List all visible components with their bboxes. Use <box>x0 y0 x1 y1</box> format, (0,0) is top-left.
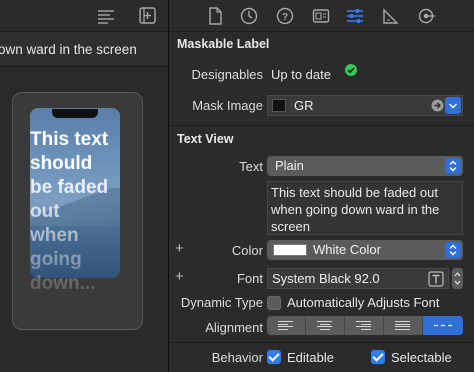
mask-image-combo[interactable]: GR <box>267 95 463 116</box>
text-content-area[interactable]: This text should be faded out when going… <box>267 181 463 235</box>
align-center-icon[interactable] <box>306 316 345 335</box>
history-inspector-icon[interactable] <box>239 6 261 26</box>
file-inspector-icon[interactable] <box>205 6 227 26</box>
align-left-icon[interactable] <box>267 316 306 335</box>
canvas-header-text: own ward in the screen <box>0 42 137 57</box>
go-arrow-icon[interactable] <box>431 99 444 112</box>
editor-options-icon[interactable] <box>96 7 116 25</box>
attributes-inspector-icon[interactable] <box>345 6 367 26</box>
editable-checkbox[interactable] <box>267 350 281 364</box>
connections-inspector-icon[interactable] <box>417 6 439 26</box>
updown-chevron-icon <box>445 242 461 258</box>
font-label: Font <box>236 271 263 286</box>
storyboard-canvas: own ward in the screen This text should … <box>0 0 168 372</box>
white-color-swatch <box>273 244 307 256</box>
selectable-label: Selectable <box>391 350 452 365</box>
font-value: System Black 92.0 <box>272 271 380 286</box>
add-editor-icon[interactable] <box>138 7 158 25</box>
color-value: White Color <box>313 242 381 257</box>
updown-chevron-icon <box>445 158 461 174</box>
color-label: Color <box>231 243 263 258</box>
identity-inspector-icon[interactable] <box>311 6 333 26</box>
font-size-stepper[interactable] <box>452 268 463 289</box>
screen-line: This text <box>30 129 109 150</box>
font-field[interactable]: System Black 92.0 <box>267 268 449 289</box>
screen-line: going <box>30 249 82 270</box>
align-natural-icon[interactable] <box>423 316 463 335</box>
size-inspector-icon[interactable] <box>381 6 403 26</box>
inspector-tabs: ? <box>169 0 474 32</box>
color-popup[interactable]: White Color <box>267 240 463 260</box>
quick-help-icon[interactable]: ? <box>275 6 297 26</box>
align-justified-icon[interactable] <box>384 316 423 335</box>
text-label: Text <box>239 159 263 174</box>
dynamic-type-value: Automatically Adjusts Font <box>287 295 440 310</box>
faded-text-label[interactable]: This text should be faded out when going… <box>30 128 126 296</box>
attributes-inspector: ? Maskable Label Designables Up to date … <box>169 0 474 372</box>
mask-image-dropdown-button[interactable] <box>445 97 461 114</box>
section-separator <box>169 342 474 343</box>
screen-line: when <box>30 225 79 246</box>
text-type-value: Plain <box>275 158 304 173</box>
designables-value: Up to date <box>271 67 331 82</box>
dynamic-type-checkbox[interactable] <box>267 296 281 310</box>
section-separator <box>169 125 474 126</box>
designables-label: Designables <box>191 67 263 82</box>
mask-image-value: GR <box>294 98 314 113</box>
canvas-toolbar <box>0 0 168 32</box>
alignment-label: Alignment <box>205 320 263 335</box>
screen-line: should <box>30 153 93 174</box>
mask-image-label: Mask Image <box>192 98 263 113</box>
device-notch <box>52 109 98 118</box>
text-type-popup[interactable]: Plain <box>267 156 463 176</box>
checkmark-badge-icon <box>345 64 357 76</box>
dynamic-type-label: Dynamic Type <box>180 295 263 310</box>
screen-line: be faded <box>30 177 109 198</box>
screen-line: down... <box>30 273 96 294</box>
canvas-header: own ward in the screen <box>0 33 168 67</box>
image-swatch <box>272 99 286 112</box>
align-right-icon[interactable] <box>345 316 384 335</box>
maskable-label-section-title: Maskable Label <box>177 37 270 51</box>
alignment-segmented-control <box>267 316 463 335</box>
editable-label: Editable <box>287 350 334 365</box>
text-view-section-title: Text View <box>177 132 234 146</box>
screen-line: out <box>30 201 60 222</box>
font-picker-icon[interactable] <box>428 271 444 287</box>
svg-text:?: ? <box>282 12 288 23</box>
selectable-checkbox[interactable] <box>371 350 385 364</box>
behavior-label: Behavior <box>211 350 263 365</box>
